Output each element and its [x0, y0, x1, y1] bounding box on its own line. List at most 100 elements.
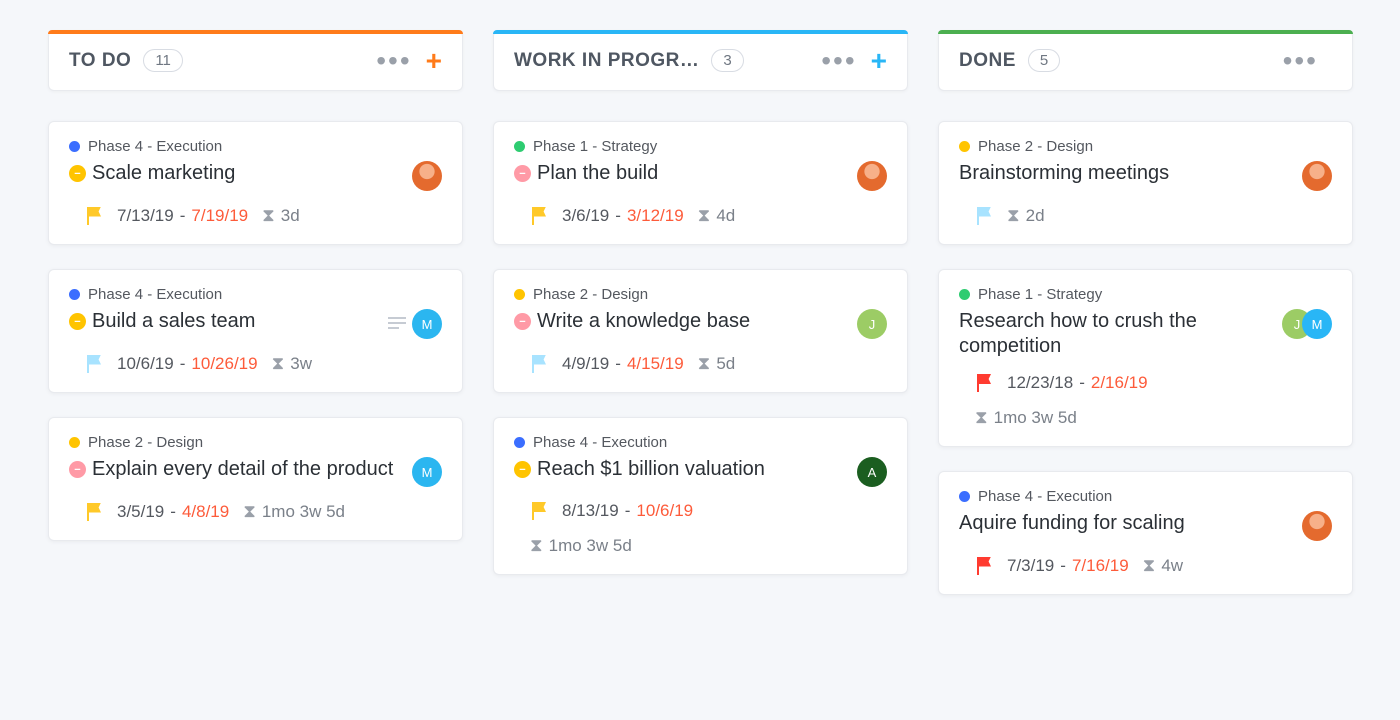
meta-row: 7/3/19 - 7/16/19 ⧗4w — [959, 555, 1332, 576]
task-card[interactable]: Phase 2 - Design−Write a knowledge baseJ… — [493, 269, 908, 393]
assignee-avatars[interactable]: A — [851, 457, 887, 487]
assignee-avatars[interactable] — [1296, 511, 1332, 541]
hourglass-icon: ⧗ — [243, 501, 256, 522]
phase-row: Phase 1 - Strategy — [514, 138, 887, 155]
duration: ⧗1mo 3w 5d — [243, 501, 345, 522]
avatar[interactable] — [412, 161, 442, 191]
flag-icon[interactable] — [530, 355, 548, 373]
hourglass-icon: ⧗ — [975, 407, 988, 428]
meta-row: 8/13/19 - 10/6/19 — [514, 501, 887, 521]
phase-row: Phase 4 - Execution — [69, 286, 442, 303]
column-header[interactable]: DONE5••• — [938, 30, 1353, 91]
avatar[interactable]: A — [857, 457, 887, 487]
meta-row: 3/5/19 - 4/8/19 ⧗1mo 3w 5d — [69, 501, 442, 522]
duration: ⧗1mo 3w 5d — [530, 535, 632, 556]
avatar[interactable]: M — [412, 309, 442, 339]
flag-icon[interactable] — [85, 355, 103, 373]
phase-dot-icon — [514, 141, 525, 152]
date-range[interactable]: 7/3/19 - 7/16/19 — [1007, 556, 1129, 576]
flag-icon[interactable] — [530, 502, 548, 520]
task-card[interactable]: Phase 4 - Execution−Scale marketing7/13/… — [48, 121, 463, 245]
avatar[interactable]: J — [857, 309, 887, 339]
flag-icon[interactable] — [85, 207, 103, 225]
column-header[interactable]: TO DO11•••+ — [48, 30, 463, 91]
flag-icon[interactable] — [530, 207, 548, 225]
avatar[interactable] — [1302, 161, 1332, 191]
column-header[interactable]: WORK IN PROGR…3•••+ — [493, 30, 908, 91]
phase-row: Phase 4 - Execution — [959, 488, 1332, 505]
duration-value: 4w — [1161, 556, 1183, 576]
date-range[interactable]: 12/23/18 - 2/16/19 — [1007, 373, 1148, 393]
phase-label: Phase 2 - Design — [978, 138, 1093, 155]
phase-dot-icon — [69, 437, 80, 448]
date-end: 7/19/19 — [191, 206, 248, 226]
status-dot-icon: − — [514, 313, 531, 330]
date-range[interactable]: 3/5/19 - 4/8/19 — [117, 502, 229, 522]
meta-row: ⧗1mo 3w 5d — [514, 535, 887, 556]
task-card[interactable]: Phase 2 - Design−Explain every detail of… — [48, 417, 463, 541]
flag-icon[interactable] — [975, 557, 993, 575]
date-start: 4/9/19 — [562, 354, 609, 374]
assignee-avatars[interactable]: JM — [1276, 309, 1332, 339]
flag-icon[interactable] — [975, 207, 993, 225]
task-card[interactable]: Phase 4 - Execution −Build a sales team M 1… — [48, 269, 463, 393]
date-start: 3/5/19 — [117, 502, 164, 522]
phase-row: Phase 2 - Design — [959, 138, 1332, 155]
assignee-avatars[interactable] — [406, 161, 442, 191]
date-range[interactable]: 4/9/19 - 4/15/19 — [562, 354, 684, 374]
assignee-avatars[interactable]: M — [406, 457, 442, 487]
duration-value: 4d — [716, 206, 735, 226]
task-title: Reach $1 billion valuation — [537, 457, 851, 482]
column-done: DONE5••• Phase 2 - DesignBrainstorming me… — [938, 30, 1353, 619]
task-card[interactable]: Phase 2 - DesignBrainstorming meetings⧗2… — [938, 121, 1353, 245]
avatar[interactable] — [857, 161, 887, 191]
date-range[interactable]: 7/13/19 - 7/19/19 — [117, 206, 248, 226]
status-dot-icon: − — [514, 165, 531, 182]
duration: ⧗1mo 3w 5d — [975, 407, 1077, 428]
date-range[interactable]: 3/6/19 - 3/12/19 — [562, 206, 684, 226]
phase-label: Phase 4 - Execution — [978, 488, 1112, 505]
task-title: Explain every detail of the product — [92, 457, 406, 482]
duration-value: 1mo 3w 5d — [549, 536, 632, 556]
meta-row: 3/6/19 - 3/12/19 ⧗4d — [514, 205, 887, 226]
task-title: Research how to crush the competition — [959, 309, 1276, 359]
task-title: Aquire funding for scaling — [959, 511, 1296, 536]
date-start: 8/13/19 — [562, 501, 619, 521]
task-card[interactable]: Phase 1 - Strategy Research how to crush … — [938, 269, 1353, 447]
task-card[interactable]: Phase 1 - Strategy−Plan the build3/6/19 … — [493, 121, 908, 245]
avatar[interactable]: M — [1302, 309, 1332, 339]
phase-dot-icon — [69, 289, 80, 300]
phase-label: Phase 4 - Execution — [533, 434, 667, 451]
task-title: Build a sales team — [92, 309, 380, 334]
meta-row: 4/9/19 - 4/15/19⧗5d — [514, 353, 887, 374]
date-range[interactable]: 10/6/19 - 10/26/19 — [117, 354, 258, 374]
duration: ⧗4w — [1143, 555, 1183, 576]
meta-row: ⧗1mo 3w 5d — [959, 407, 1332, 428]
phase-label: Phase 2 - Design — [533, 286, 648, 303]
avatar[interactable] — [1302, 511, 1332, 541]
phase-label: Phase 1 - Strategy — [533, 138, 657, 155]
phase-dot-icon — [514, 437, 525, 448]
assignee-avatars[interactable]: M — [406, 309, 442, 339]
status-dot-icon: − — [69, 313, 86, 330]
assignee-avatars[interactable] — [851, 161, 887, 191]
date-end: 4/15/19 — [627, 354, 684, 374]
date-start: 7/3/19 — [1007, 556, 1054, 576]
assignee-avatars[interactable] — [1296, 161, 1332, 191]
hourglass-icon: ⧗ — [698, 205, 711, 226]
duration: ⧗2d — [1007, 205, 1045, 226]
task-card[interactable]: Phase 4 - Execution Aquire funding for sc… — [938, 471, 1353, 595]
date-start: 12/23/18 — [1007, 373, 1073, 393]
column-title: WORK IN PROGR… — [514, 50, 699, 72]
duration: ⧗3d — [262, 205, 300, 226]
assignee-avatars[interactable]: J — [851, 309, 887, 339]
phase-row: Phase 1 - Strategy — [959, 286, 1332, 303]
column-todo: TO DO11•••+ Phase 4 - Execution−Scale mar… — [48, 30, 463, 565]
task-card[interactable]: Phase 4 - Execution−Reach $1 billion val… — [493, 417, 908, 575]
flag-icon[interactable] — [975, 374, 993, 392]
phase-row: Phase 2 - Design — [514, 286, 887, 303]
avatar[interactable]: M — [412, 457, 442, 487]
meta-row: 7/13/19 - 7/19/19 ⧗3d — [69, 205, 442, 226]
flag-icon[interactable] — [85, 503, 103, 521]
date-range[interactable]: 8/13/19 - 10/6/19 — [562, 501, 693, 521]
